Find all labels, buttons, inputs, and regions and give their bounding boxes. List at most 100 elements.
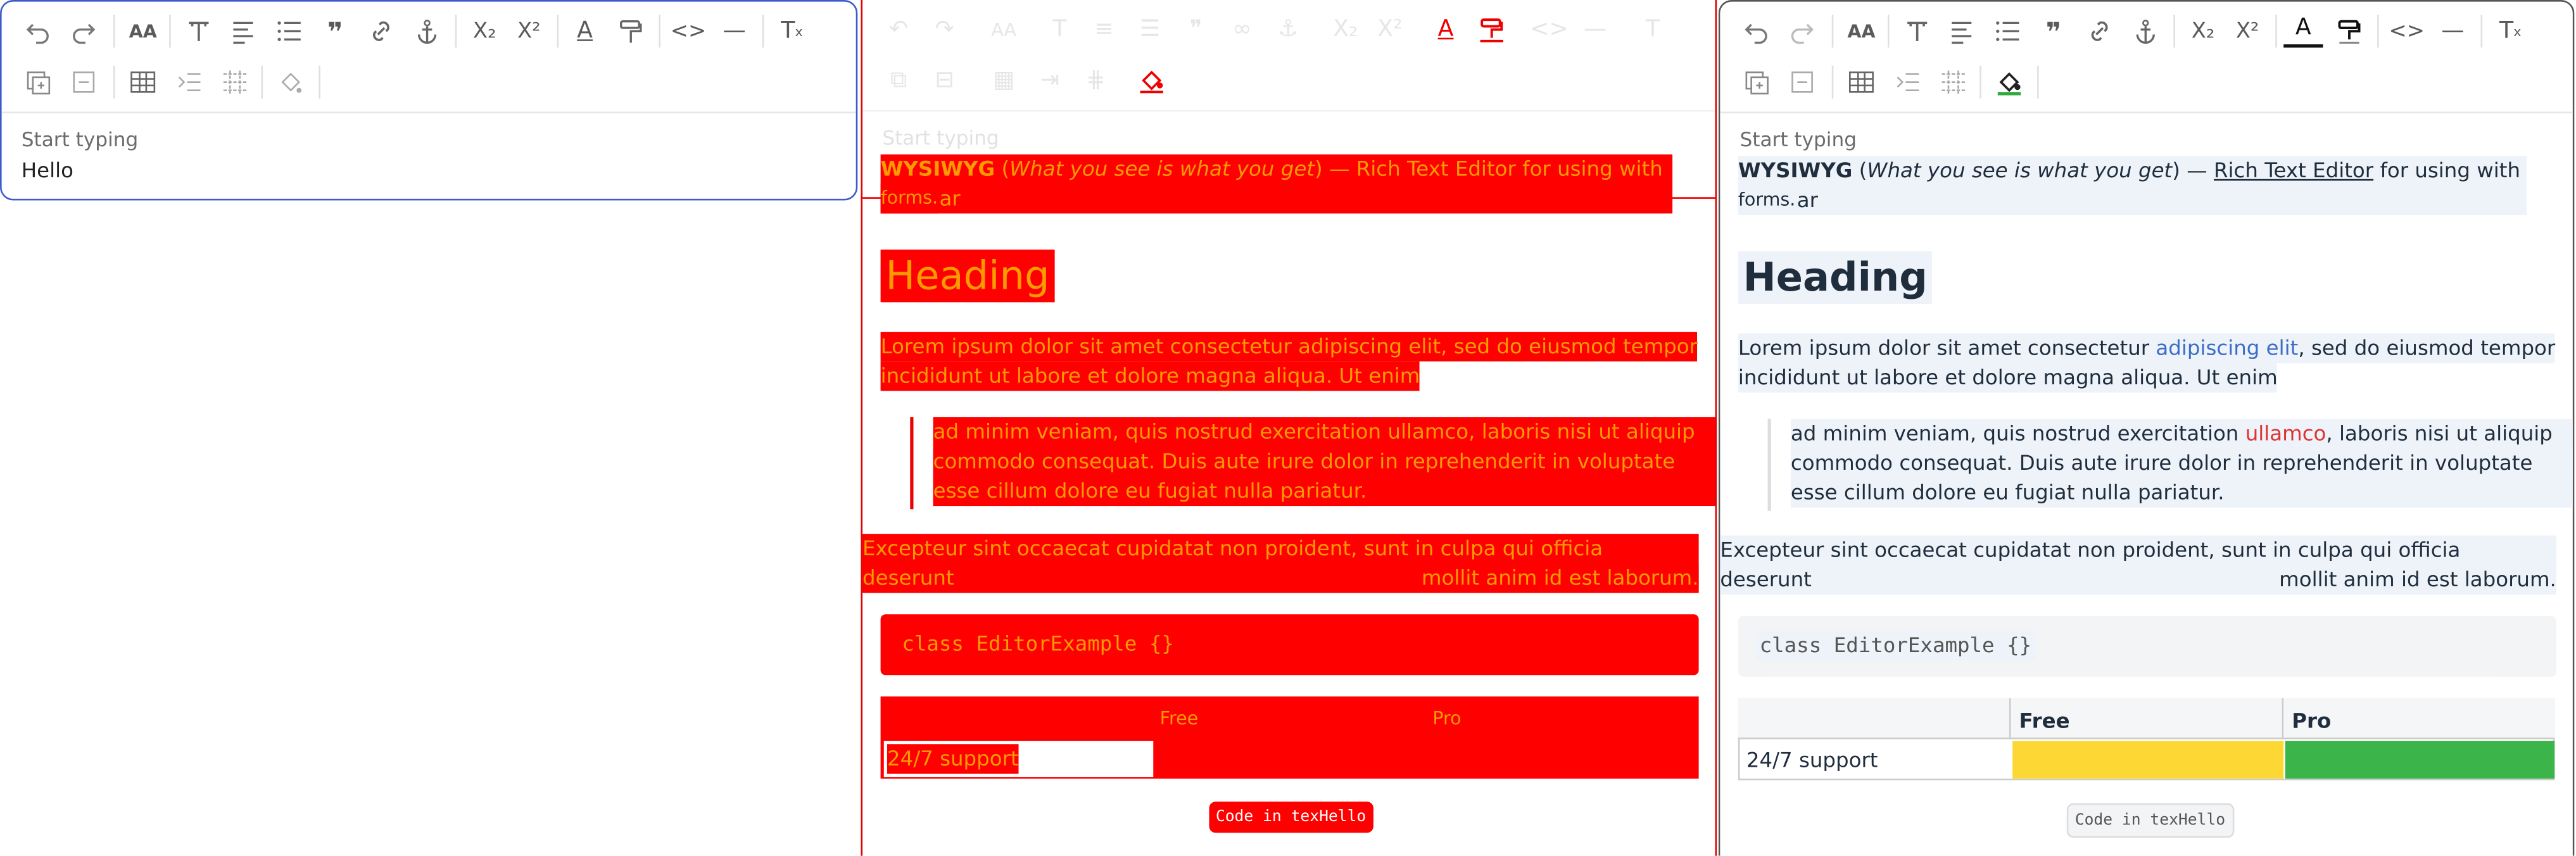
separator xyxy=(659,15,660,48)
undo-icon[interactable] xyxy=(18,11,58,51)
text-color-icon[interactable]: A xyxy=(2283,11,2323,48)
paragraph-1-small: forms. xyxy=(880,184,938,214)
horizontal-rule-icon[interactable]: — xyxy=(1575,10,1615,49)
editor-right[interactable]: AA ❞ X₂ X² A <> — Tx Start typing WYSIWY… xyxy=(1718,0,2575,856)
horizontal-rule-icon[interactable]: — xyxy=(715,11,754,51)
separator xyxy=(113,15,115,48)
heading: Heading xyxy=(880,249,1055,303)
font-icon[interactable]: T xyxy=(1040,10,1079,49)
editor-value[interactable]: Hello xyxy=(22,158,73,182)
superscript-icon[interactable]: X² xyxy=(2228,11,2267,51)
separator xyxy=(2377,15,2379,48)
text-color-icon[interactable]: A xyxy=(1426,10,1465,49)
indent-icon[interactable] xyxy=(1888,63,1927,102)
delete-icon[interactable] xyxy=(1783,63,1822,102)
separator xyxy=(557,15,559,48)
align-icon[interactable] xyxy=(1942,11,1981,51)
anchor-icon[interactable] xyxy=(2126,11,2165,51)
link-icon[interactable] xyxy=(362,11,401,51)
superscript-icon[interactable]: X² xyxy=(509,11,548,51)
quote-icon[interactable]: ❞ xyxy=(1177,10,1216,49)
insert-image-icon[interactable]: ⧉ xyxy=(879,61,918,100)
font-size-icon[interactable]: AA xyxy=(123,11,163,51)
paint-roller-icon[interactable] xyxy=(611,11,650,51)
list-icon[interactable] xyxy=(1988,11,2027,51)
fill-icon[interactable] xyxy=(1990,63,2029,102)
separator xyxy=(261,65,263,99)
toolbar: AA ❞ X₂ X² A <> — Tx xyxy=(1,2,856,114)
clear-format-icon[interactable]: T xyxy=(1633,10,1672,49)
clear-format-icon[interactable]: Tx xyxy=(772,11,811,51)
paragraph-1: WYSIWYG (What you see is what you get) —… xyxy=(1738,156,2527,215)
separator xyxy=(169,15,171,48)
code-text: class EditorExample {} xyxy=(1756,631,2035,660)
quote-icon[interactable]: ❞ xyxy=(2034,11,2073,51)
right-aligned-line-2: mollit anim id est laborum. xyxy=(1421,563,1699,593)
table-icon[interactable] xyxy=(1841,63,1881,102)
table-icon[interactable] xyxy=(123,63,163,102)
quote-icon[interactable]: ❞ xyxy=(315,11,355,51)
superscript-icon[interactable]: X² xyxy=(1370,10,1410,49)
insert-image-icon[interactable] xyxy=(18,63,58,102)
separator xyxy=(762,15,764,48)
font-icon[interactable] xyxy=(179,11,218,51)
toolbar: ↶ ↷ AA T ≡ ☰ ❞ ∞ ⚓ X₂ X² A <> — T ⧉ ⊟ ▦ … xyxy=(862,0,1715,112)
separator xyxy=(1831,65,1834,99)
horizontal-rule-icon[interactable]: — xyxy=(2433,11,2472,51)
text-color-icon[interactable]: A xyxy=(565,11,604,51)
undo-icon[interactable] xyxy=(1736,11,1776,51)
separator xyxy=(2173,15,2175,48)
link-icon[interactable] xyxy=(2080,11,2119,51)
subscript-icon[interactable]: X₂ xyxy=(465,11,504,51)
code-icon[interactable]: <> xyxy=(669,11,708,51)
delete-icon[interactable]: ⊟ xyxy=(925,61,964,100)
table-header-free: Free xyxy=(1159,708,1199,729)
align-icon[interactable]: ≡ xyxy=(1084,10,1123,49)
paragraph-1-small: forms. xyxy=(1738,186,1796,215)
split-icon[interactable] xyxy=(1934,63,1973,102)
split-icon[interactable] xyxy=(215,63,255,102)
code-icon[interactable]: <> xyxy=(1529,10,1569,49)
anchor-icon[interactable]: ⚓ xyxy=(1268,10,1308,49)
indent-icon[interactable] xyxy=(169,63,208,102)
paint-roller-icon[interactable] xyxy=(1472,10,1512,49)
fill-icon[interactable] xyxy=(271,63,310,102)
font-size-icon[interactable]: AA xyxy=(984,10,1023,49)
redo-icon[interactable] xyxy=(64,11,103,51)
placeholder-label: Start typing xyxy=(21,128,139,151)
delete-icon[interactable] xyxy=(64,63,103,102)
clear-format-icon[interactable]: Tx xyxy=(2491,11,2530,51)
editor-left[interactable]: AA ❞ X₂ X² A <> — Tx Start typing Hello xyxy=(0,0,858,201)
code-icon[interactable]: <> xyxy=(2387,11,2427,51)
list-icon[interactable]: ☰ xyxy=(1130,10,1170,49)
anchor-icon[interactable] xyxy=(407,11,446,51)
link-icon[interactable]: ∞ xyxy=(1222,10,1261,49)
paragraph-2-line-1: Lorem ipsum dolor sit amet consectetur a… xyxy=(1738,333,2556,363)
insert-image-icon[interactable] xyxy=(1736,63,1776,102)
placeholder-label: Start typing xyxy=(882,126,999,150)
redo-icon[interactable] xyxy=(1783,11,1822,51)
indent-icon[interactable]: ⇥ xyxy=(1030,61,1070,100)
font-size-icon[interactable]: AA xyxy=(1841,11,1881,51)
subscript-icon[interactable]: X₂ xyxy=(1326,10,1365,49)
separator xyxy=(319,65,320,99)
subscript-icon[interactable]: X₂ xyxy=(2183,11,2223,51)
split-icon[interactable]: ⋕ xyxy=(1076,61,1115,100)
table-cell-pro xyxy=(2285,741,2555,779)
inline-code: Code in texHello xyxy=(1209,802,1373,833)
undo-icon[interactable]: ↶ xyxy=(879,10,918,49)
list-icon[interactable] xyxy=(269,11,308,51)
font-icon[interactable] xyxy=(1898,11,1937,51)
table-header-pro: Pro xyxy=(1432,708,1462,729)
table-header-pro: Pro xyxy=(2292,708,2332,733)
table-icon[interactable]: ▦ xyxy=(984,61,1023,100)
align-icon[interactable] xyxy=(224,11,263,51)
redo-icon[interactable]: ↷ xyxy=(925,10,964,49)
paint-roller-icon[interactable] xyxy=(2330,11,2369,51)
fill-icon[interactable] xyxy=(1132,61,1171,100)
table-header-free: Free xyxy=(2019,708,2070,733)
separator xyxy=(1887,15,1890,48)
paragraph-2-line-2: incididunt ut labore et dolore magna ali… xyxy=(880,361,1420,391)
heading: Heading xyxy=(1738,251,1933,304)
editor-middle[interactable]: ↶ ↷ AA T ≡ ☰ ❞ ∞ ⚓ X₂ X² A <> — T ⧉ ⊟ ▦ … xyxy=(861,0,1717,856)
